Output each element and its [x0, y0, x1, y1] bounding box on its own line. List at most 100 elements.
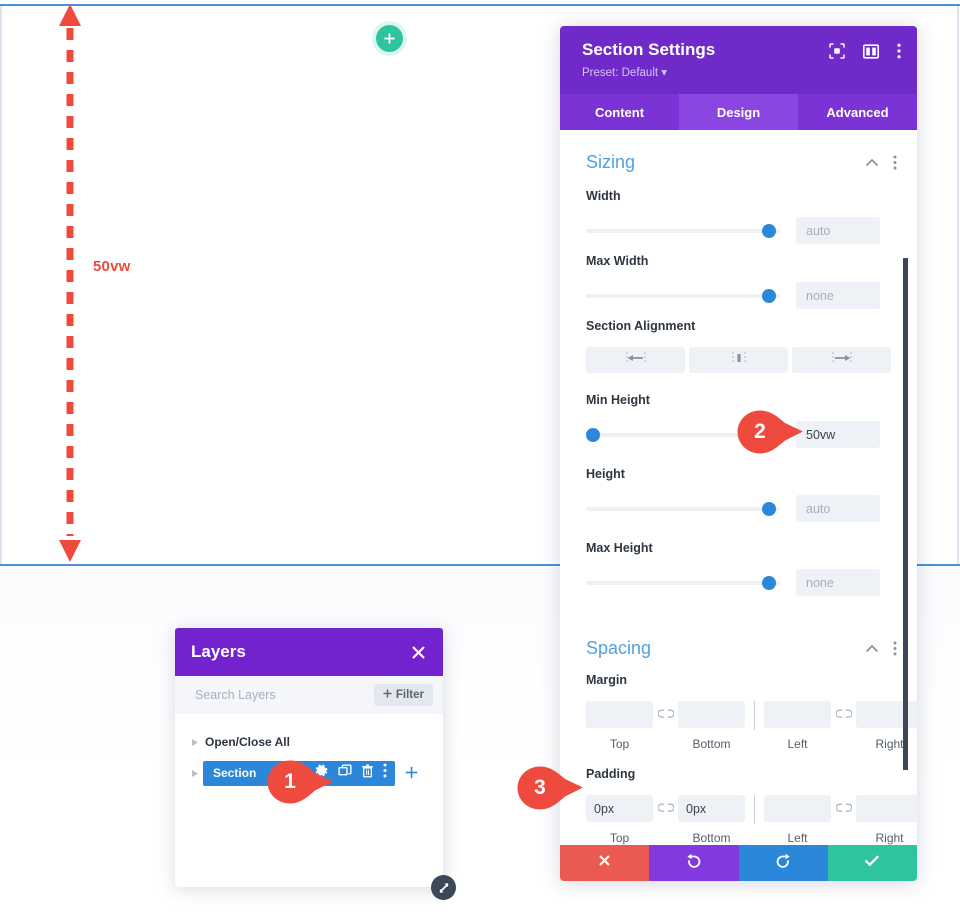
canvas-left-edge [0, 6, 2, 564]
max-width-slider[interactable] [586, 288, 780, 303]
x-icon [598, 854, 611, 872]
slider-knob[interactable] [762, 288, 776, 303]
margin-top-label: Top [609, 737, 630, 751]
max-height-slider[interactable] [586, 575, 780, 590]
redo-button[interactable] [738, 845, 828, 881]
section-top-border [0, 4, 960, 6]
filter-button[interactable]: Filter [373, 684, 433, 706]
max-height-input[interactable] [796, 569, 880, 596]
caret-right-icon[interactable] [187, 738, 203, 747]
undo-icon [686, 853, 702, 874]
group-header-sizing: Sizing [560, 130, 917, 179]
callout-1: 1 [267, 760, 335, 804]
field-label-width: Width [586, 189, 621, 203]
group-title-spacing: Spacing [586, 638, 652, 658]
padding-bottom-label: Bottom [692, 831, 731, 845]
field-label-padding: Padding [586, 767, 636, 781]
padding-left-input[interactable] [764, 795, 831, 822]
list-item[interactable]: Open/Close All [175, 730, 443, 754]
settings-scroll-area: Sizing Width auto Max Width none Section… [560, 130, 917, 845]
field-label-min-height: Min Height [586, 393, 650, 407]
chevron-down-icon: ▾ [661, 67, 668, 80]
link-icon[interactable] [831, 701, 856, 728]
cancel-button[interactable] [560, 845, 650, 881]
search-layers-input[interactable] [195, 688, 345, 702]
more-vertical-icon[interactable] [893, 641, 897, 656]
link-icon[interactable] [653, 701, 678, 728]
plus-icon [383, 32, 396, 45]
field-max-width: Max Width [560, 244, 917, 309]
check-icon [864, 854, 880, 872]
redo-icon [775, 853, 791, 874]
preset-label: Preset: Default [582, 67, 659, 80]
margin-top-input[interactable] [586, 701, 653, 728]
align-left-button[interactable] [586, 347, 685, 373]
padding-bottom-input[interactable] [678, 795, 745, 822]
slider-knob[interactable] [586, 427, 600, 442]
add-section-button[interactable] [376, 25, 403, 52]
tab-advanced[interactable]: Advanced [798, 94, 917, 130]
slider-track [586, 580, 780, 585]
margin-left-input[interactable] [764, 701, 831, 728]
min-height-input[interactable] [796, 421, 880, 448]
slider-knob[interactable] [762, 575, 776, 590]
resize-diagonal-icon[interactable] [431, 875, 456, 900]
width-input[interactable] [796, 217, 880, 244]
divider [754, 701, 755, 730]
callout-1-number: 1 [284, 770, 296, 793]
save-button[interactable] [827, 845, 917, 881]
close-icon[interactable] [410, 644, 427, 661]
align-center-button[interactable] [689, 347, 788, 373]
callout-2-number: 2 [754, 420, 766, 443]
slider-track [586, 228, 780, 233]
layers-search-row: Filter [175, 676, 443, 714]
field-padding: Padding Top [560, 751, 917, 845]
caret-right-icon[interactable] [187, 769, 203, 778]
filter-button-label: Filter [395, 689, 424, 701]
chevron-up-icon[interactable] [865, 158, 879, 167]
field-label-height: Height [586, 467, 625, 481]
callout-3: 3 [517, 766, 585, 810]
scrollbar-thumb[interactable] [903, 258, 908, 770]
padding-left-label: Left [787, 831, 808, 845]
align-right-button[interactable] [792, 347, 891, 373]
slider-knob[interactable] [762, 223, 776, 238]
more-vertical-icon[interactable] [893, 155, 897, 170]
field-label-max-width: Max Width [586, 254, 649, 268]
field-label-margin: Margin [586, 673, 627, 687]
align-left-icon [622, 351, 650, 370]
height-slider[interactable] [586, 501, 780, 516]
trash-icon[interactable] [361, 764, 374, 783]
screenshot-root: 50vw Layers Filter [0, 0, 960, 919]
max-width-input[interactable] [796, 282, 880, 309]
add-layer-button[interactable] [405, 765, 418, 782]
layers-panel-title: Layers [191, 642, 246, 661]
link-icon[interactable] [653, 795, 678, 822]
preset-selector[interactable]: Preset: Default ▾ [582, 65, 715, 79]
focus-target-icon[interactable] [829, 43, 845, 59]
more-vertical-icon[interactable] [897, 43, 901, 59]
divider [754, 795, 755, 824]
height-input[interactable] [796, 495, 880, 522]
margin-left-label: Left [787, 737, 808, 751]
layout-columns-icon[interactable] [863, 43, 879, 59]
padding-top-label: Top [609, 831, 630, 845]
padding-top-input[interactable] [586, 795, 653, 822]
group-header-spacing: Spacing [560, 596, 917, 665]
link-icon[interactable] [831, 795, 856, 822]
tab-design[interactable]: Design [679, 94, 798, 130]
tab-content[interactable]: Content [560, 94, 679, 130]
slider-knob[interactable] [762, 501, 776, 516]
undo-button[interactable] [649, 845, 739, 881]
margin-bottom-label: Bottom [692, 737, 731, 751]
align-right-icon [828, 351, 856, 370]
chevron-up-icon[interactable] [865, 644, 879, 653]
scrollbar[interactable] [903, 130, 913, 845]
duplicate-icon[interactable] [338, 764, 352, 783]
open-close-all-label: Open/Close All [205, 735, 290, 749]
measurement-label: 50vw [93, 258, 131, 275]
margin-bottom-input[interactable] [678, 701, 745, 728]
width-slider[interactable] [586, 223, 780, 238]
more-vertical-icon[interactable] [383, 763, 387, 783]
layers-panel-header: Layers [175, 628, 443, 676]
